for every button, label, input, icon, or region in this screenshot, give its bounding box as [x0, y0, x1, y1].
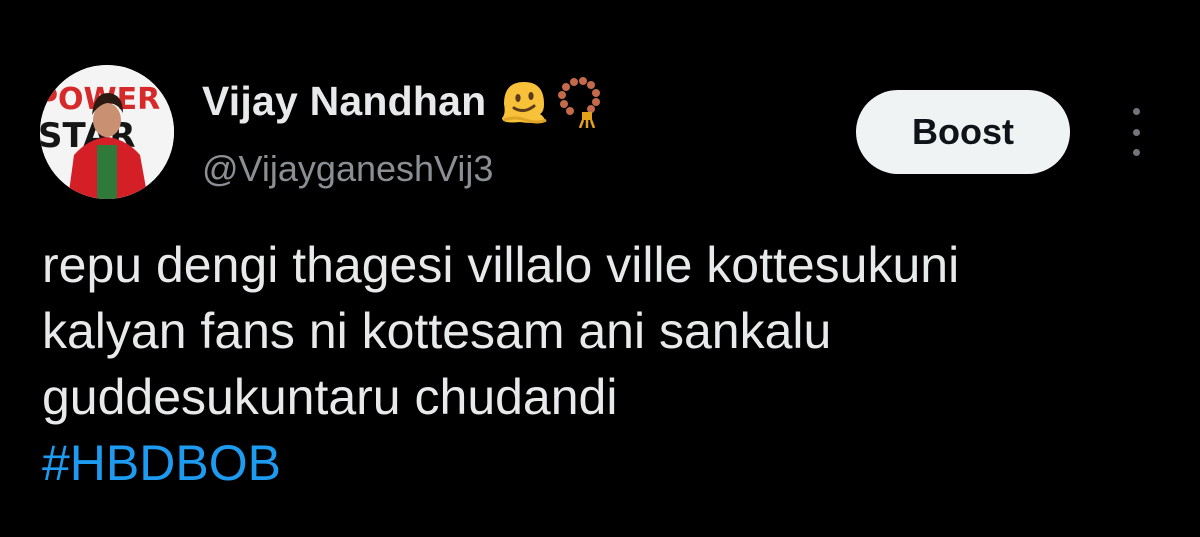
author-name-row: Vijay Nandhan	[202, 74, 606, 129]
post-body-line: repu dengi thagesi villalo ville kottesu…	[42, 237, 960, 293]
post-body-line: kalyan fans ni kottesam ani sankalu	[42, 303, 832, 359]
author-handle[interactable]: @VijayganeshVij3	[202, 148, 493, 190]
avatar-image: POWER STAR	[40, 65, 174, 199]
post-body: repu dengi thagesi villalo ville kottesu…	[42, 232, 1162, 496]
avatar[interactable]: POWER STAR	[40, 65, 174, 199]
prayer-beads-emoji-icon	[552, 74, 606, 129]
author-display-name[interactable]: Vijay Nandhan	[202, 78, 486, 125]
vertical-ellipsis-icon	[1132, 149, 1140, 156]
more-options-button[interactable]	[1120, 108, 1152, 156]
post-body-line: guddesukuntaru chudandi	[42, 369, 618, 425]
vertical-ellipsis-icon	[1132, 128, 1140, 136]
melting-face-emoji-icon	[496, 74, 550, 128]
boost-button[interactable]: Boost	[856, 90, 1070, 174]
vertical-ellipsis-icon	[1132, 108, 1140, 115]
hashtag-link[interactable]: #HBDBOB	[42, 430, 1162, 496]
post-card: POWER STAR Vijay Nandhan	[0, 0, 1200, 537]
